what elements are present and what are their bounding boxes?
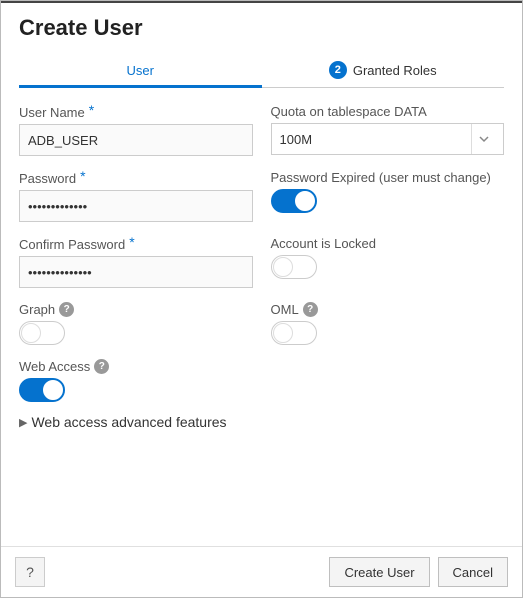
field-user-name: User Name *: [19, 104, 253, 156]
toggle-knob: [43, 380, 63, 400]
help-icon: ?: [26, 564, 34, 580]
help-icon[interactable]: ?: [303, 302, 318, 317]
label-quota: Quota on tablespace DATA: [271, 104, 505, 119]
advanced-label: Web access advanced features: [31, 414, 226, 430]
field-password: Password *: [19, 170, 253, 222]
label-graph: Graph ?: [19, 302, 253, 317]
field-oml: OML ?: [271, 302, 505, 345]
tab-user-label: User: [127, 63, 154, 78]
cancel-button[interactable]: Cancel: [438, 557, 508, 587]
password-input[interactable]: [19, 190, 253, 222]
label-password: Password *: [19, 170, 253, 186]
toggle-knob: [21, 323, 41, 343]
field-graph: Graph ?: [19, 302, 253, 345]
chevron-down-icon: [471, 124, 495, 154]
field-password-expired: Password Expired (user must change): [271, 170, 505, 222]
tab-roles-label: Granted Roles: [353, 63, 437, 78]
create-user-button[interactable]: Create User: [329, 557, 429, 587]
field-web-access: Web Access ?: [19, 359, 253, 402]
label-account-locked: Account is Locked: [271, 236, 505, 251]
spacer-cell: [271, 359, 505, 402]
form-area: User Name * Quota on tablespace DATA 100…: [1, 88, 522, 406]
password-expired-toggle[interactable]: [271, 189, 317, 213]
label-oml: OML ?: [271, 302, 505, 317]
dialog-title: Create User: [19, 15, 504, 41]
label-confirm-password: Confirm Password *: [19, 236, 253, 252]
dialog-header: Create User: [1, 1, 522, 51]
tab-bar: User 2 Granted Roles: [1, 51, 522, 88]
roles-count-badge: 2: [329, 61, 347, 79]
help-button[interactable]: ?: [15, 557, 45, 587]
required-indicator: *: [89, 102, 94, 118]
toggle-knob: [273, 257, 293, 277]
field-confirm-password: Confirm Password *: [19, 236, 253, 288]
graph-toggle[interactable]: [19, 321, 65, 345]
oml-toggle[interactable]: [271, 321, 317, 345]
label-password-expired: Password Expired (user must change): [271, 170, 505, 185]
field-account-locked: Account is Locked: [271, 236, 505, 288]
tab-user[interactable]: User: [19, 51, 262, 88]
required-indicator: *: [80, 168, 85, 184]
help-icon[interactable]: ?: [94, 359, 109, 374]
quota-select[interactable]: 100M: [271, 123, 505, 155]
quota-value: 100M: [280, 132, 313, 147]
flex-spacer: [1, 430, 522, 546]
toggle-knob: [295, 191, 315, 211]
account-locked-toggle[interactable]: [271, 255, 317, 279]
required-indicator: *: [129, 234, 134, 250]
disclosure-triangle-icon: ▶: [19, 416, 27, 429]
dialog-footer: ? Create User Cancel: [1, 546, 522, 597]
tab-granted-roles[interactable]: 2 Granted Roles: [262, 51, 505, 88]
user-name-input[interactable]: [19, 124, 253, 156]
label-user-name: User Name *: [19, 104, 253, 120]
help-icon[interactable]: ?: [59, 302, 74, 317]
toggle-knob: [273, 323, 293, 343]
field-quota: Quota on tablespace DATA 100M: [271, 104, 505, 156]
label-web-access: Web Access ?: [19, 359, 253, 374]
web-access-advanced-disclosure[interactable]: ▶ Web access advanced features: [1, 406, 522, 430]
confirm-password-input[interactable]: [19, 256, 253, 288]
web-access-toggle[interactable]: [19, 378, 65, 402]
